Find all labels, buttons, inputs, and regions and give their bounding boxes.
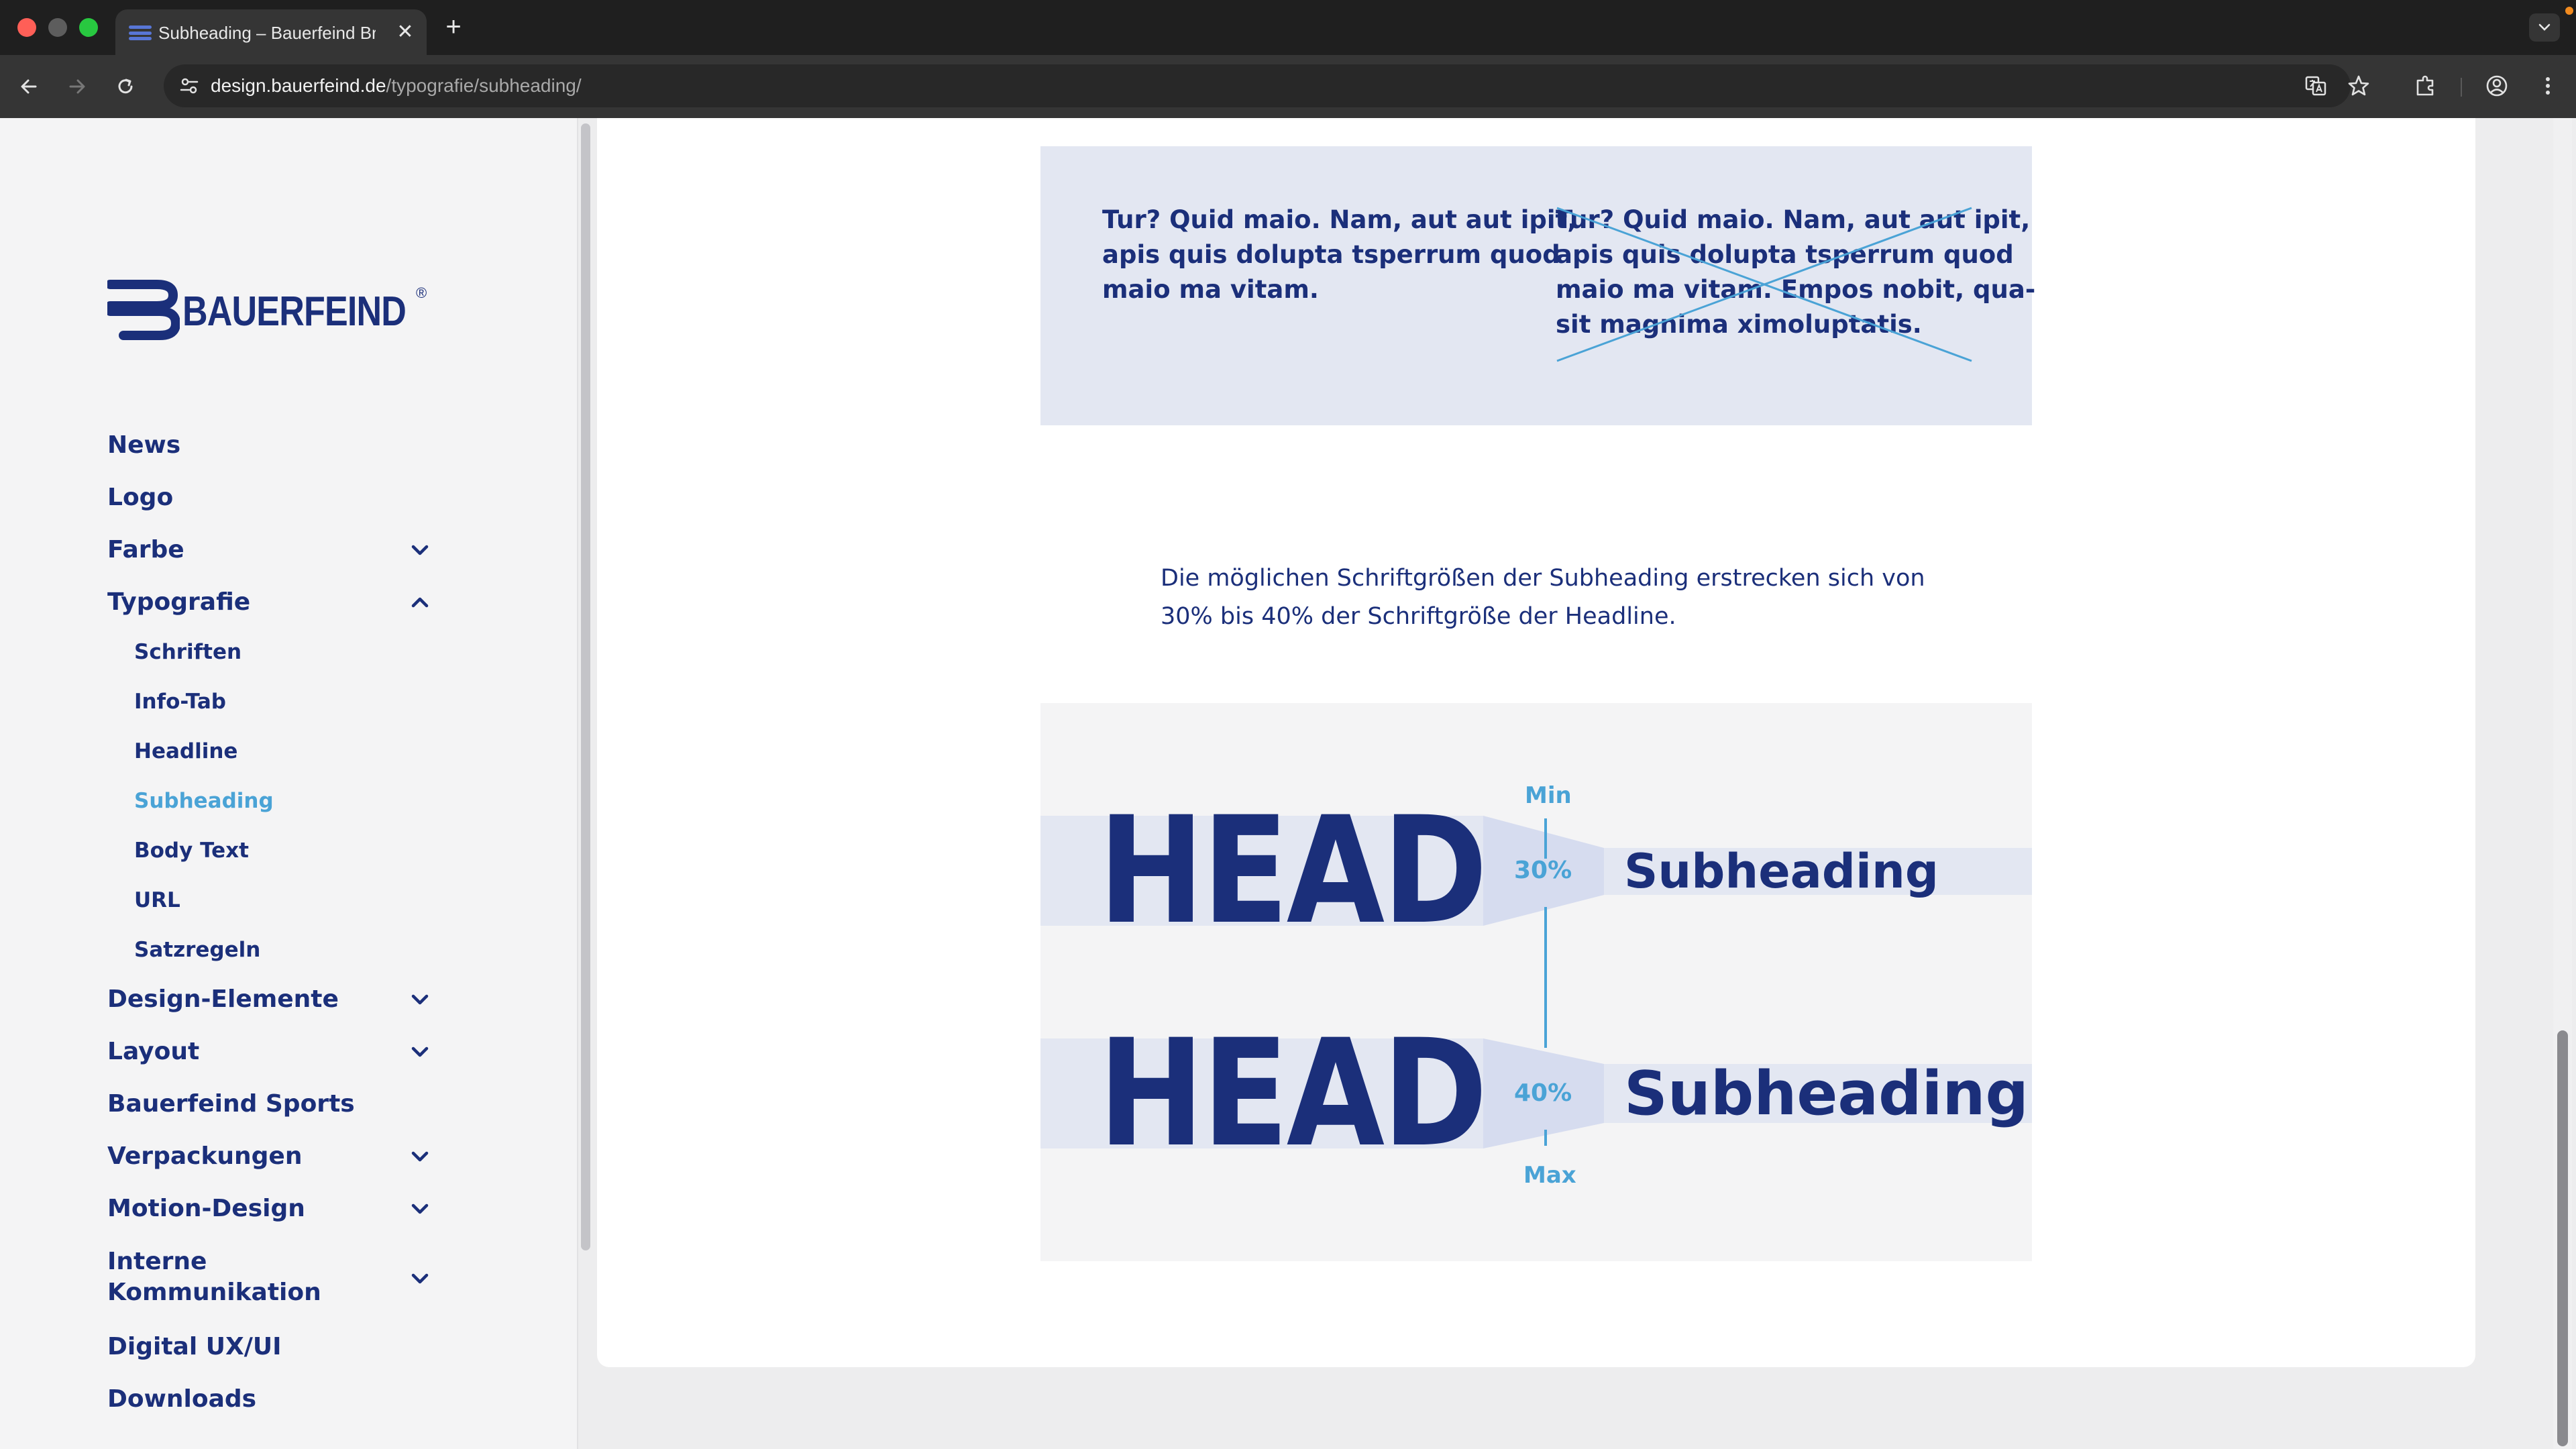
forward-button[interactable] [60,70,94,103]
ratio-label: 30% [1514,857,1572,884]
text-length-comparison: Tur? Quid maio. Nam, aut aut ipit, apis … [1040,146,2035,425]
sidebar-subitem-schriften[interactable]: Schriften [134,637,241,667]
chevron-down-icon[interactable] [409,539,431,561]
arrow-left-icon [21,79,37,94]
address-bar[interactable]: design.bauerfeind.de/typografie/subheadi… [164,64,2369,107]
font-size-description: Die möglichen Schriftgrößen der Subheadi… [1161,565,1925,630]
ratio-label: 40% [1514,1079,1572,1107]
scale-max-label: Max [1523,1162,1576,1189]
chevron-down-icon[interactable] [409,1146,431,1167]
sidebar-item-label: Logo [107,484,174,511]
sidebar-item-design-elemente[interactable]: Design-Elemente [107,983,443,1016]
new-tab-button[interactable]: + [439,12,468,42]
sidebar-item-label: Motion-Design [107,1195,305,1222]
browser-toolbar: design.bauerfeind.de/typografie/subheadi… [0,55,2576,118]
sidebar-item-label: Digital UX/UI [107,1333,282,1360]
bauerfeind-logo-mark-icon [107,280,180,340]
bauerfeind-favicon-icon [129,25,152,40]
sidebar-item-label: News [107,431,181,459]
subheading-size-diagram: Min HEAD 30% Subheading HEAD 40% Subhead… [1040,703,2032,1261]
sidebar-item-label: Typografie [107,588,251,616]
subheading-sample: Subheading [1624,1059,2029,1129]
crossed-out-icon [1556,207,1972,362]
sidebar-item-interne-kommunikation[interactable]: Interne Kommunikation [107,1246,443,1311]
sidebar-subitem-headline[interactable]: Headline [134,737,237,766]
sidebar-item-bauerfeind-sports[interactable]: Bauerfeind Sports [107,1088,443,1120]
sidebar-item-label: Verpackungen [107,1142,303,1170]
sidebar-item-label: Farbe [107,536,184,564]
reload-icon [118,78,133,94]
translate-button[interactable] [2304,74,2328,98]
sidebar-divider [577,118,578,1449]
tab-close-icon[interactable]: ✕ [392,19,419,46]
star-icon [2348,75,2369,96]
tune-icon [180,78,199,94]
sidebar-subitem-body-text[interactable]: Body Text [134,836,249,865]
back-button[interactable] [12,70,46,103]
sidebar-item-news[interactable]: News [107,429,443,462]
web-page: BAUERFEIND ® News Logo Farbe Typografie … [0,118,2576,1449]
sidebar-item-typografie[interactable]: Typografie [107,586,443,619]
tab-title: Subheading – Bauerfeind Bra [158,23,376,43]
extensions-button[interactable] [2412,72,2439,99]
more-vertical-icon [2546,77,2550,95]
url-path: /typografie/subheading/ [386,75,582,96]
sidebar-scrollbar[interactable] [581,123,590,1250]
sidebar-subitem-subheading[interactable]: Subheading [134,786,274,816]
chevron-down-icon [2538,23,2551,31]
subheading-sample: Subheading [1624,844,1939,899]
sidebar-item-label-line2: Kommunikation [107,1279,321,1306]
update-indicator [2565,7,2573,15]
profile-button[interactable] [2483,72,2510,99]
arrow-right-icon [69,79,85,94]
chevron-down-icon[interactable] [409,1041,431,1063]
browser-menu-button[interactable] [2534,72,2561,99]
translate-icon [2305,76,2326,96]
browser-tab-active[interactable]: Subheading – Bauerfeind Bra ✕ [115,9,427,55]
sidebar-item-digital-ux-ui[interactable]: Digital UX/UI [107,1331,443,1363]
browser-tab-strip: Subheading – Bauerfeind Bra ✕ + [0,0,2576,55]
toolbar-separator [2461,78,2462,97]
sidebar-item-label-line1: Interne [107,1248,207,1275]
window-close-button[interactable] [17,18,36,37]
logo-wordmark: BAUERFEIND [182,288,407,335]
sidebar: BAUERFEIND ® News Logo Farbe Typografie … [0,118,577,1449]
window-maximize-button[interactable] [79,18,98,37]
scale-min-label: Min [1525,782,1572,809]
profile-icon [2486,75,2508,97]
sidebar-item-farbe[interactable]: Farbe [107,534,443,566]
sidebar-item-label: Bauerfeind Sports [107,1090,355,1118]
window-minimize-button[interactable] [48,18,67,37]
sidebar-item-layout[interactable]: Layout [107,1036,443,1068]
correct-example-text: Tur? Quid maio. Nam, aut aut ipit, apis … [1102,205,1577,304]
sidebar-subitem-satzregeln[interactable]: Satzregeln [134,935,260,965]
tab-search-button[interactable] [2529,13,2560,42]
chevron-down-icon[interactable] [409,1268,431,1289]
bookmark-button[interactable] [2347,74,2371,98]
chevron-down-icon[interactable] [409,989,431,1010]
sidebar-item-verpackungen[interactable]: Verpackungen [107,1140,443,1173]
sidebar-item-motion-design[interactable]: Motion-Design [107,1193,443,1225]
logo-registered-mark: ® [416,284,427,301]
reload-button[interactable] [109,70,142,103]
bauerfeind-logo[interactable]: BAUERFEIND ® [107,279,456,343]
sidebar-item-logo[interactable]: Logo [107,482,443,514]
headline-sample: HEAD [1098,1008,1488,1179]
headline-sample: HEAD [1098,785,1488,957]
page-scrollbar-thumb[interactable] [2557,1030,2568,1446]
url-host: design.bauerfeind.de [211,75,386,96]
chevron-down-icon[interactable] [409,1198,431,1220]
site-info-button[interactable] [177,74,201,98]
url-text[interactable]: design.bauerfeind.de/typografie/subheadi… [211,74,582,98]
sidebar-subitem-url[interactable]: URL [134,885,180,915]
sidebar-item-label: Downloads [107,1385,257,1413]
sidebar-subitem-info-tab[interactable]: Info-Tab [134,687,226,716]
sidebar-item-label: Layout [107,1038,200,1065]
sidebar-item-label: Design-Elemente [107,985,339,1013]
puzzle-icon [2416,75,2434,96]
chevron-up-icon[interactable] [409,592,431,613]
sidebar-item-downloads[interactable]: Downloads [107,1383,443,1415]
